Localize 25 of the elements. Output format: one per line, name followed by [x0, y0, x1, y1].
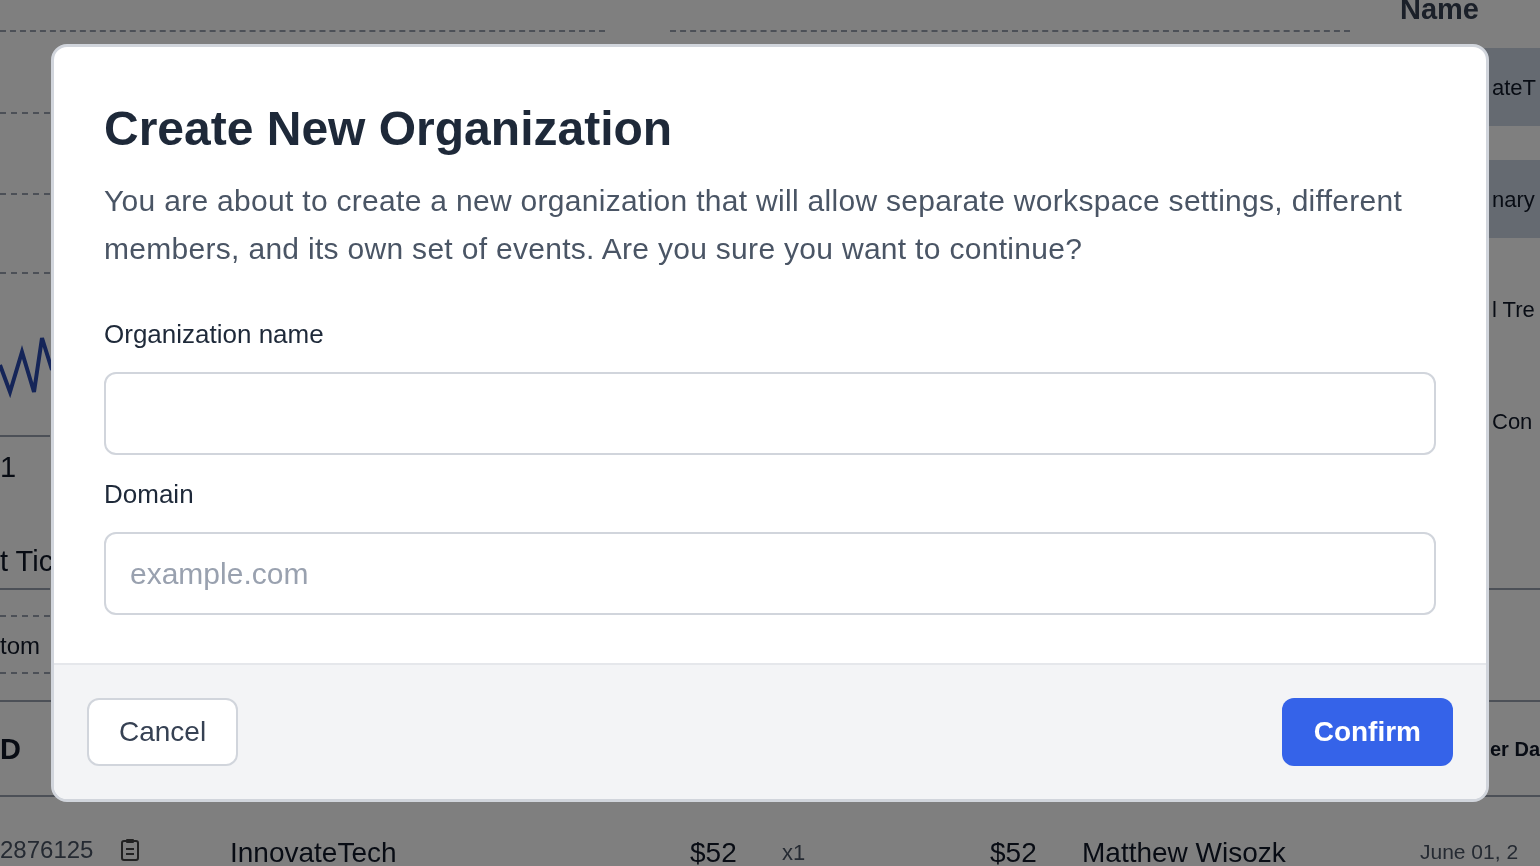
table-cell-text: InnovateTech [230, 836, 397, 866]
table-cell-text: $52 [690, 836, 737, 866]
row-text: l Tre [1492, 295, 1535, 324]
column-header: er Da [1490, 737, 1540, 762]
table-text: D [0, 732, 21, 767]
input-field[interactable]: example.com [104, 532, 1436, 615]
confirm-button[interactable]: Confirm [1281, 698, 1453, 766]
table-cell-text: x1 [782, 839, 806, 866]
table-text: tom [0, 631, 40, 661]
cancel-button[interactable]: Cancel [87, 698, 239, 766]
table-cell-text: Matthew Wisozk [1082, 836, 1286, 866]
table-cell-text: 2876125 [0, 835, 94, 865]
row-text: nary [1492, 185, 1535, 214]
field-label: Organization name [104, 318, 325, 351]
table-cell-text: $52 [990, 836, 1037, 866]
table-cell-text: June 01, 2 [1420, 839, 1519, 865]
dialog-title: Create New Organization [104, 101, 674, 157]
clipboard-icon[interactable] [120, 838, 140, 862]
row-text: Con [1492, 407, 1533, 436]
input-field[interactable] [104, 372, 1436, 455]
table-text: 1 [0, 450, 17, 485]
table-text: t Tic [0, 544, 54, 579]
field-label: Domain [104, 478, 195, 511]
row-text: ateT [1492, 73, 1537, 102]
dialog-description: You are about to create a new organization that will allow separate workspace settings, different members, and its own set of events. Are you sure you want to continue? [104, 183, 1404, 267]
